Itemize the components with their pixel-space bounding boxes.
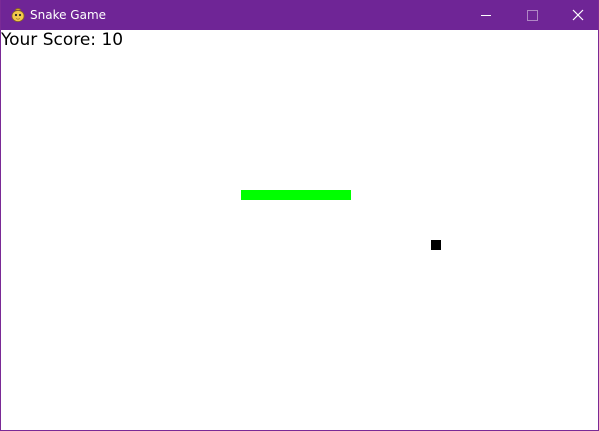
snake-segment [271,190,281,200]
snake-segment [341,190,351,200]
snake-segment [281,190,291,200]
minimize-button[interactable] [463,0,509,30]
snake-segment [241,190,251,200]
snake-segment [261,190,271,200]
title-bar[interactable]: Snake Game [1,0,598,30]
close-icon [572,9,584,21]
pygame-snake-icon [10,7,26,23]
game-canvas[interactable]: Your Score: 10 [1,30,598,430]
snake-segment [301,190,311,200]
snake-segment [291,190,301,200]
close-button[interactable] [555,0,599,30]
minimize-icon [481,14,491,16]
game-window: Snake Game Your Score: 10 [0,0,599,431]
score-text: Your Score: 10 [1,30,124,50]
maximize-icon [526,9,538,21]
snake-segment [311,190,321,200]
snake-segment [321,190,331,200]
maximize-button[interactable] [509,0,555,30]
window-title: Snake Game [30,8,107,22]
snake-segment [251,190,261,200]
food-pellet [431,240,441,250]
snake-segment [331,190,341,200]
